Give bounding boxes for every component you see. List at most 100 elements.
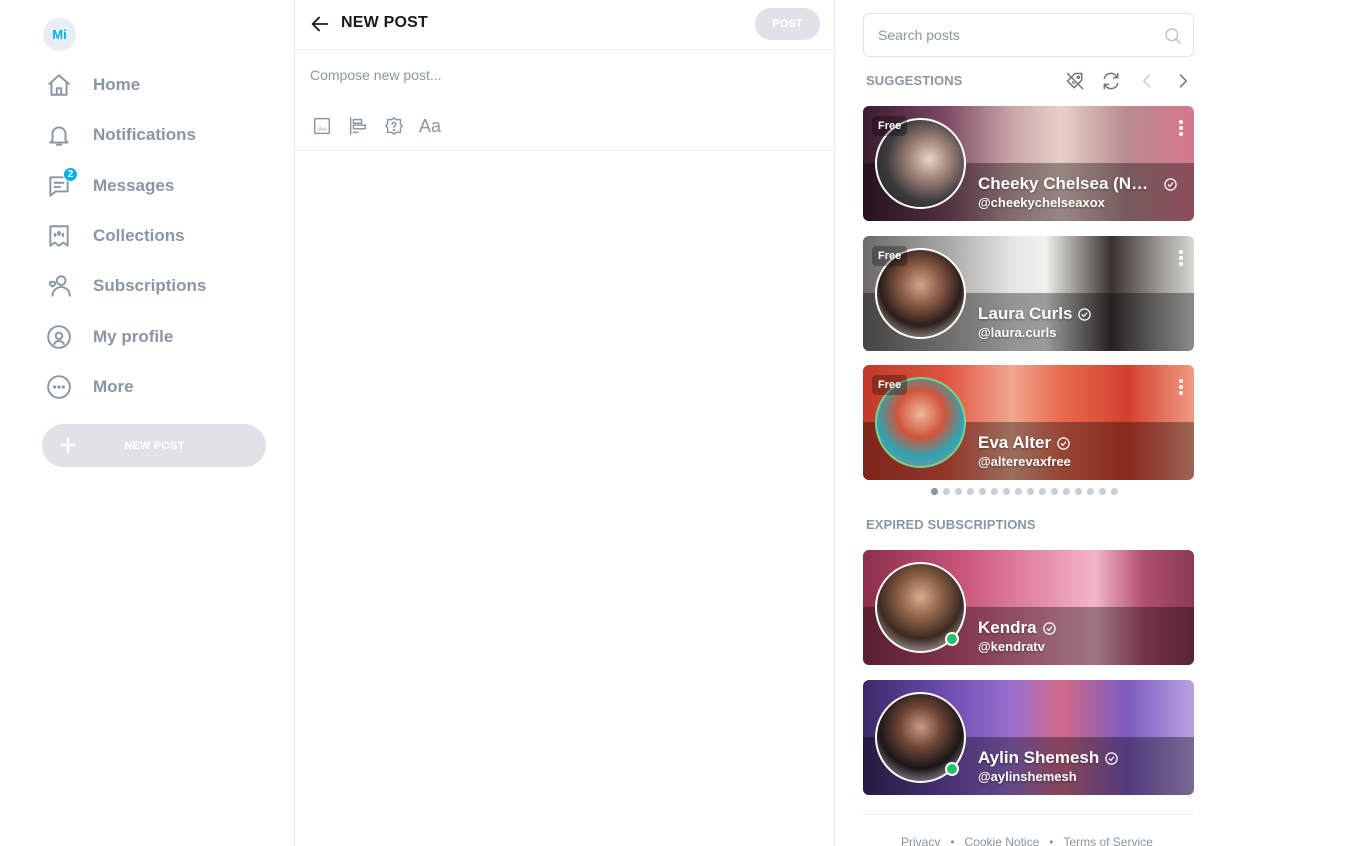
profile-handle: @aylinshemesh	[978, 769, 1077, 784]
suggestions-title: SUGGESTIONS	[866, 73, 963, 88]
pagination-dot[interactable]	[943, 488, 950, 495]
suggestion-card[interactable]: Free Cheeky Chelsea (NSFW) @cheekychelse…	[863, 106, 1194, 221]
search-input[interactable]	[878, 25, 1148, 45]
nav-label: My profile	[93, 326, 174, 346]
suggestions-controls	[1064, 70, 1194, 92]
suggestion-card[interactable]: Free Laura Curls @laura.curls	[863, 236, 1194, 351]
free-badge: Free	[872, 375, 908, 395]
nav-item-collections[interactable]: Collections	[44, 211, 206, 261]
suggestions-pagination	[931, 488, 1118, 495]
pagination-dot[interactable]	[979, 488, 986, 495]
quiz-icon[interactable]	[381, 113, 407, 139]
pagination-dot[interactable]	[1051, 488, 1058, 495]
nav-label: Notifications	[93, 125, 196, 145]
profile-handle: @alterevaxfree	[978, 454, 1071, 469]
terms-of-service-link[interactable]: Terms of Service	[1063, 835, 1152, 846]
composer: Aa	[295, 50, 834, 151]
nav-item-notifications[interactable]: Notifications	[44, 110, 206, 160]
footer-divider	[863, 814, 1194, 815]
pagination-dot[interactable]	[1087, 488, 1094, 495]
pagination-dot[interactable]	[1099, 488, 1106, 495]
messages-icon: 2	[44, 166, 78, 201]
footer: Privacy • Cookie Notice • Terms of Servi…	[901, 835, 1153, 846]
nav-label: Collections	[93, 226, 185, 246]
name-row: Laura Curls	[978, 304, 1092, 324]
verified-icon	[1104, 751, 1119, 766]
online-indicator	[945, 762, 959, 776]
footer-separator: •	[950, 835, 955, 846]
plus-icon	[55, 432, 81, 458]
user-avatar[interactable]: Mi	[43, 18, 76, 51]
refresh-icon[interactable]	[1100, 70, 1122, 92]
verified-icon	[1077, 307, 1092, 322]
profile-name: Cheeky Chelsea (NSFW)	[978, 174, 1158, 193]
pagination-dot[interactable]	[967, 488, 974, 495]
new-post-button[interactable]: NEW POST	[42, 424, 266, 467]
expired-subscription-card[interactable]: Kendra @kendratv	[863, 550, 1194, 665]
compose-column: NEW POST POST Aa	[294, 0, 835, 846]
pagination-dot[interactable]	[1111, 488, 1118, 495]
pagination-dot[interactable]	[1003, 488, 1010, 495]
search-box	[863, 13, 1194, 57]
image-icon[interactable]	[309, 113, 335, 139]
verified-icon	[1163, 177, 1178, 192]
nav-item-home[interactable]: Home	[44, 60, 206, 110]
nav-item-my-profile[interactable]: My profile	[44, 311, 206, 361]
privacy-link[interactable]: Privacy	[901, 835, 940, 846]
pagination-dot[interactable]	[955, 488, 962, 495]
poll-icon[interactable]	[345, 113, 371, 139]
more-icon	[44, 372, 74, 402]
profile-name: Eva Alter	[978, 433, 1052, 452]
search-icon[interactable]	[1163, 26, 1183, 46]
pagination-dot[interactable]	[1075, 488, 1082, 495]
collections-icon	[44, 221, 74, 251]
back-arrow-icon[interactable]	[309, 13, 331, 35]
text-format-icon[interactable]: Aa	[417, 113, 443, 139]
expired-subscription-card[interactable]: Aylin Shemesh @aylinshemesh	[863, 680, 1194, 795]
nav-label: Home	[93, 75, 141, 95]
pagination-dot[interactable]	[1015, 488, 1022, 495]
kebab-menu-icon[interactable]	[1178, 120, 1184, 138]
free-badge: Free	[872, 116, 908, 136]
nav-item-messages[interactable]: 2 Messages	[44, 161, 206, 211]
page-title: NEW POST	[341, 14, 428, 31]
pagination-dot[interactable]	[1063, 488, 1070, 495]
composer-toolbar: Aa	[309, 113, 443, 139]
name-row: Eva Alter	[978, 433, 1071, 453]
bell-icon	[44, 120, 74, 150]
pagination-dot[interactable]	[1027, 488, 1034, 495]
expired-subscriptions-title: EXPIRED SUBSCRIPTIONS	[866, 517, 1036, 532]
price-tag-off-icon[interactable]	[1064, 70, 1086, 92]
right-sidebar: SUGGESTIONS Free Cheeky Chelsea (NSFW) @…	[863, 0, 1194, 846]
profile-name: Kendra	[978, 618, 1037, 637]
compose-header: NEW POST POST	[295, 0, 834, 50]
compose-input[interactable]	[310, 64, 810, 86]
profile-handle: @kendratv	[978, 639, 1045, 654]
name-row: Kendra	[978, 618, 1057, 638]
online-indicator	[945, 632, 959, 646]
pagination-dot[interactable]	[991, 488, 998, 495]
chevron-left-icon[interactable]	[1136, 70, 1158, 92]
profile-handle: @laura.curls	[978, 325, 1057, 340]
footer-separator: •	[1049, 835, 1054, 846]
nav-item-more[interactable]: More	[44, 362, 206, 412]
suggestion-card[interactable]: Free Eva Alter @alterevaxfree	[863, 365, 1194, 480]
profile-handle: @cheekychelseaxox	[978, 195, 1105, 210]
pagination-dot[interactable]	[931, 488, 938, 495]
post-button[interactable]: POST	[755, 8, 820, 40]
main-nav: Home Notifications 2 Messages Collection…	[44, 60, 206, 412]
pagination-dot[interactable]	[1039, 488, 1046, 495]
nav-label: Subscriptions	[93, 276, 207, 296]
verified-icon	[1056, 436, 1071, 451]
cookie-notice-link[interactable]: Cookie Notice	[965, 835, 1040, 846]
subscriptions-icon	[44, 271, 74, 301]
nav-item-subscriptions[interactable]: Subscriptions	[44, 261, 206, 311]
kebab-menu-icon[interactable]	[1178, 379, 1184, 397]
left-sidebar: Mi Home Notifications 2 Messages Collect…	[0, 0, 294, 846]
nav-label: Messages	[93, 175, 175, 195]
chevron-right-icon[interactable]	[1172, 70, 1194, 92]
kebab-menu-icon[interactable]	[1178, 250, 1184, 268]
profile-icon	[44, 322, 74, 352]
text-format-label: Aa	[418, 115, 442, 136]
home-icon	[44, 70, 74, 100]
